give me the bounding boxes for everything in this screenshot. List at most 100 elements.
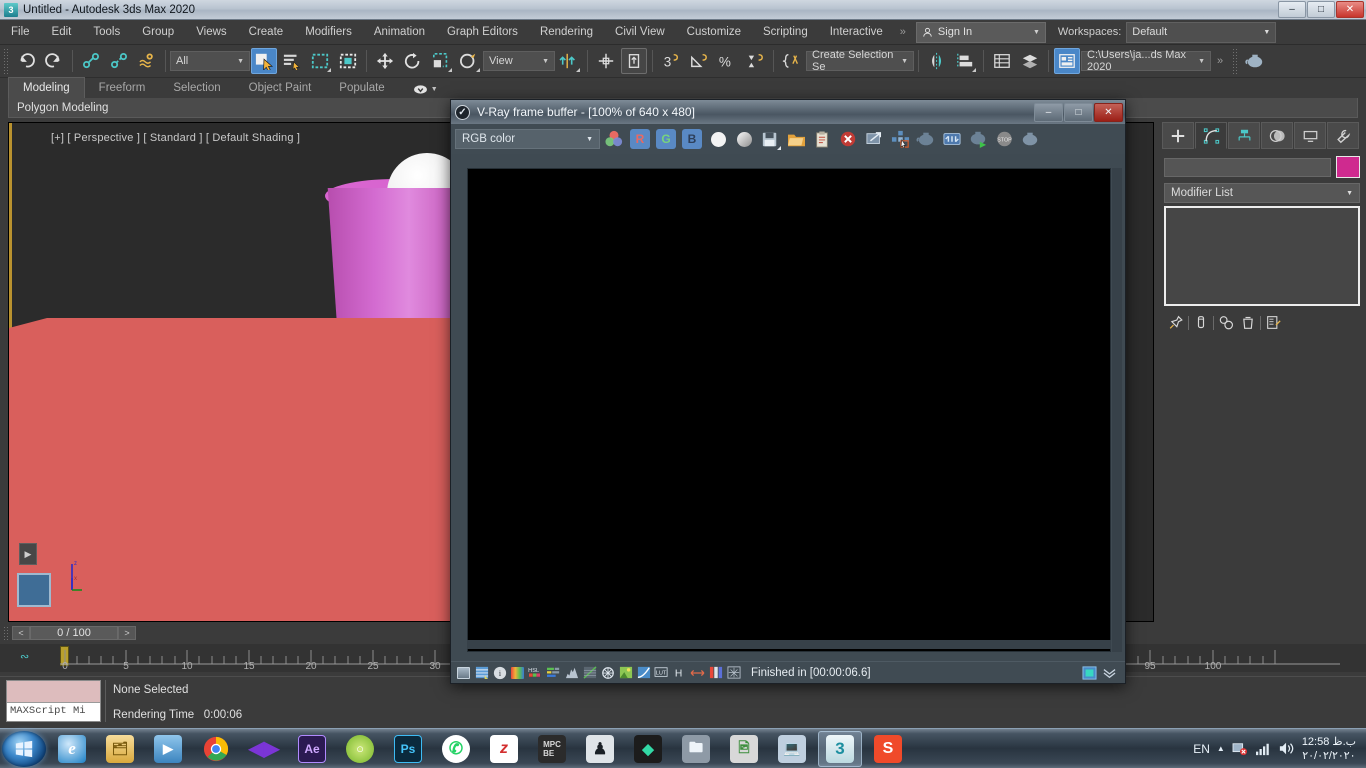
frame-display[interactable]: 0 / 100 (30, 626, 118, 640)
clipboard-icon[interactable] (810, 127, 834, 151)
menu-interactive[interactable]: Interactive (819, 20, 894, 45)
taskbar-item-whatsapp[interactable]: ✆ (434, 731, 478, 767)
taskbar-item-photoshop[interactable]: Ps (386, 731, 430, 767)
project-folder-dropdown[interactable]: C:\Users\ja...ds Max 2020 ▼ (1081, 49, 1211, 73)
ribbon-tab-populate[interactable]: Populate (325, 78, 398, 98)
viewport-expand-button[interactable]: ▶ (19, 543, 37, 565)
vfb-channel-dropdown[interactable]: RGB color ▼ (455, 129, 600, 149)
background-image-icon[interactable] (617, 664, 634, 681)
make-unique-icon[interactable] (1218, 315, 1236, 330)
align-button[interactable] (952, 48, 978, 74)
taskbar-item-zip-app[interactable]: z (482, 731, 526, 767)
ribbon-tab-object-paint[interactable]: Object Paint (235, 78, 326, 98)
menu-edit[interactable]: Edit (41, 20, 83, 45)
menu-file[interactable]: File (0, 20, 41, 45)
pixel-info-icon[interactable]: i (491, 664, 508, 681)
selection-filter-dropdown[interactable]: All ▼ (170, 51, 250, 71)
menu-group[interactable]: Group (131, 20, 185, 45)
select-and-place-button[interactable] (456, 48, 482, 74)
taskbar-item-photo-app[interactable]: 🖻 (722, 731, 766, 767)
timebar-grip[interactable] (3, 626, 9, 640)
taskbar-item-filmora[interactable]: ◆ (626, 731, 670, 767)
toggle-project-folder-button[interactable] (1054, 48, 1080, 74)
exposure-icon[interactable] (599, 664, 616, 681)
taskbar-item-internet-explorer[interactable]: e (50, 731, 94, 767)
pin-stack-icon[interactable] (1168, 315, 1184, 330)
toolbar-grip[interactable] (3, 48, 9, 74)
remove-modifier-icon[interactable] (1240, 315, 1256, 330)
vfb-render-canvas[interactable] (467, 168, 1111, 652)
percent-snap-icon[interactable]: % (714, 48, 740, 74)
maximize-button[interactable]: □ (1307, 0, 1335, 18)
taskbar-item-media-app[interactable]: ◀▶ (242, 731, 286, 767)
minimize-button[interactable]: – (1278, 0, 1306, 18)
stop-render-icon[interactable]: STOP (992, 127, 1016, 151)
color-corrections-icon[interactable] (509, 664, 526, 681)
force-color-clamp-icon[interactable] (455, 664, 472, 681)
object-name-field[interactable] (1164, 157, 1331, 177)
teapot-icon[interactable] (1018, 127, 1042, 151)
color-channels-icon[interactable] (602, 127, 626, 151)
hsl-icon[interactable]: HSL (527, 664, 544, 681)
maxscript-mini-listener[interactable]: MAXScript Mi (6, 680, 101, 722)
viewport-label[interactable]: [+] [ Perspective ] [ Standard ] [ Defau… (51, 132, 300, 144)
lut-curve-icon[interactable] (635, 664, 652, 681)
configure-sets-icon[interactable] (1265, 315, 1282, 330)
utilities-tab[interactable] (1327, 122, 1359, 149)
taskbar-item-system-app[interactable]: 💻 (770, 731, 814, 767)
modify-tab[interactable] (1195, 122, 1227, 149)
display-tab[interactable] (1294, 122, 1326, 149)
expand-panel-icon[interactable] (1102, 667, 1117, 679)
menu-graph-editors[interactable]: Graph Editors (436, 20, 529, 45)
vfb-maximize-button[interactable]: □ (1064, 102, 1093, 122)
menu-scripting[interactable]: Scripting (752, 20, 819, 45)
menu-animation[interactable]: Animation (363, 20, 436, 45)
color-balance-icon[interactable] (545, 664, 562, 681)
menu-civil-view[interactable]: Civil View (604, 20, 676, 45)
save-image-icon[interactable] (758, 127, 782, 151)
select-and-link-icon[interactable] (78, 48, 104, 74)
undo-button[interactable] (13, 48, 39, 74)
toggle-layer-explorer-button[interactable] (1017, 48, 1043, 74)
signal-icon[interactable] (1255, 742, 1271, 756)
show-end-result-icon[interactable] (1193, 315, 1209, 330)
sign-in-control[interactable]: Sign In ▼ (915, 21, 1046, 43)
taskbar-item-media-player[interactable]: ▶ (146, 731, 190, 767)
use-pivot-point-center-button[interactable] (556, 48, 582, 74)
show-hidden-icons-icon[interactable]: ▲ (1217, 744, 1225, 753)
monochrome-icon[interactable] (732, 127, 756, 151)
reference-coordinate-dropdown[interactable]: View ▼ (483, 51, 555, 71)
vfb-close-button[interactable]: ✕ (1094, 102, 1123, 122)
stamp-icon[interactable] (725, 664, 742, 681)
language-indicator[interactable]: EN (1193, 742, 1210, 756)
ribbon-options-dropdown[interactable]: ▼ (413, 84, 438, 98)
curve-icon[interactable] (581, 664, 598, 681)
viewport-view-cube[interactable] (17, 573, 51, 607)
track-mouse-icon[interactable] (888, 127, 912, 151)
redo-button[interactable] (41, 48, 67, 74)
object-color-swatch[interactable] (1336, 156, 1360, 178)
render-preview-icon[interactable] (1082, 665, 1097, 680)
select-and-move-button[interactable] (372, 48, 398, 74)
taskbar-item-after-effects[interactable]: Ae (290, 731, 334, 767)
compare-horizontal-icon[interactable] (689, 664, 706, 681)
load-image-icon[interactable] (784, 127, 808, 151)
rectangular-selection-region-button[interactable] (307, 48, 333, 74)
ribbon-tab-modeling[interactable]: Modeling (8, 77, 85, 98)
taskbar-item-windows-explorer[interactable]: 🗂 (98, 731, 142, 767)
taskbar-item-recovery-app[interactable]: ○ (338, 731, 382, 767)
menu-overflow-icon[interactable]: » (894, 26, 912, 38)
menu-customize[interactable]: Customize (676, 20, 752, 45)
unlink-selection-icon[interactable] (106, 48, 132, 74)
toolbar-grip-end[interactable] (1232, 48, 1239, 74)
toolbar-overflow-icon[interactable]: » (1211, 55, 1229, 67)
menu-create[interactable]: Create (238, 20, 295, 45)
modifier-stack-list[interactable] (1164, 206, 1360, 306)
vray-frame-buffer-window[interactable]: ✓ V-Ray frame buffer - [100% of 640 x 48… (450, 99, 1126, 684)
lut-icon[interactable]: LUT (653, 664, 670, 681)
select-object-button[interactable] (251, 48, 277, 74)
vfb-horizontal-scrollbar[interactable] (467, 640, 1111, 649)
view-channels-icon[interactable] (473, 664, 490, 681)
ribbon-tab-selection[interactable]: Selection (159, 78, 234, 98)
bind-to-space-warp-icon[interactable] (134, 48, 160, 74)
